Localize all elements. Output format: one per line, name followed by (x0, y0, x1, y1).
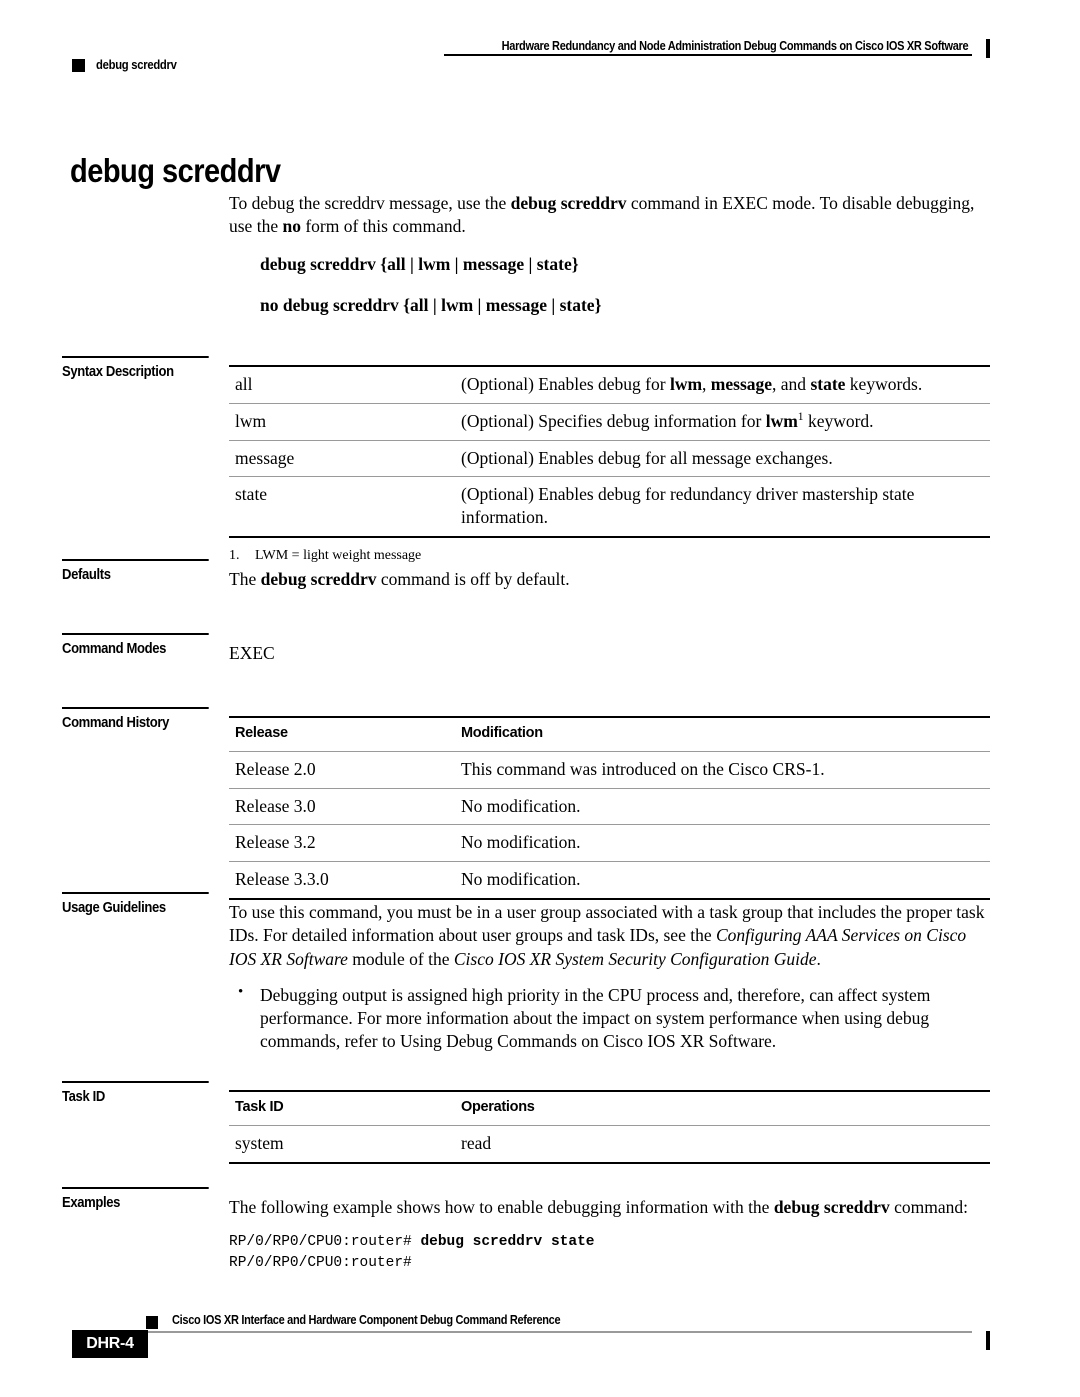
footer-document-title: Cisco IOS XR Interface and Hardware Comp… (172, 1313, 561, 1327)
column-header-release: Release (235, 725, 288, 741)
modification-value: No modification. (461, 869, 581, 890)
modification-value: No modification. (461, 795, 581, 816)
page-number-badge: DHR-4 (72, 1330, 148, 1358)
task-id-body: Task ID Operations system read (229, 1090, 990, 1164)
page-title: debug screddrv (70, 152, 281, 190)
release-value: Release 3.0 (235, 795, 316, 816)
header-rule-row: Hardware Redundancy and Node Administrat… (72, 34, 990, 58)
table-row: state (Optional) Enables debug for redun… (229, 476, 990, 537)
footnote-text: LWM = light weight message (255, 547, 422, 563)
release-value: Release 3.3.0 (235, 869, 329, 890)
column-header-task-id: Task ID (235, 1099, 284, 1115)
syntax-description-body: all (Optional) Enables debug for lwm, me… (229, 365, 990, 565)
syntax-keyword: state (235, 484, 268, 505)
table-row: Release 2.0 This command was introduced … (229, 751, 990, 788)
usage-guidelines-body: To use this command, you must be in a us… (229, 901, 990, 1058)
syntax-keyword-description: (Optional) Enables debug for lwm, messag… (461, 374, 923, 394)
section-label-defaults: Defaults (62, 559, 209, 584)
syntax-keyword: all (235, 374, 253, 394)
table-row: Release 3.2 No modification. (229, 824, 990, 862)
modification-value: No modification. (461, 832, 581, 853)
table-row: Release 3.3.0 No modification. (229, 861, 990, 899)
syntax-keyword: message (235, 447, 295, 468)
syntax-keyword-description: (Optional) Enables debug for all message… (461, 447, 833, 468)
task-id-table-head: Task ID Operations (229, 1091, 990, 1125)
syntax-description-footnote: 1. LWM = light weight message (229, 547, 990, 565)
section-label-usage-guidelines: Usage Guidelines (62, 892, 209, 917)
table-row: all (Optional) Enables debug for lwm, me… (229, 366, 990, 403)
section-label-examples: Examples (62, 1187, 209, 1212)
section-label-syntax-description: Syntax Description (62, 356, 209, 381)
header-edge-marker (986, 39, 990, 58)
release-value: Release 3.2 (235, 832, 316, 853)
operations-value: read (461, 1132, 492, 1153)
page-footer: Cisco IOS XR Interface and Hardware Comp… (62, 1308, 990, 1378)
list-item: Debugging output is assigned high priori… (229, 983, 990, 1054)
syntax-keyword-description: (Optional) Enables debug for redundancy … (461, 484, 915, 527)
command-history-table-body: Release 2.0 This command was introduced … (229, 751, 990, 899)
task-id-value: system (235, 1132, 284, 1153)
section-label-task-id: Task ID (62, 1081, 209, 1106)
square-bullet-icon (72, 58, 85, 72)
modification-value: This command was introduced on the Cisco… (461, 758, 825, 779)
table-row: system read (229, 1125, 990, 1162)
footer-divider (146, 1331, 972, 1333)
footnote-number: 1. (229, 547, 240, 563)
examples-code-block: RP/0/RP0/CPU0:router# debug screddrv sta… (229, 1234, 595, 1272)
examples-body: The following example shows how to enabl… (229, 1196, 990, 1274)
column-header-modification: Modification (461, 725, 543, 741)
footer-edge-marker (986, 1331, 990, 1350)
task-id-table: Task ID Operations system read (229, 1090, 990, 1164)
syntax-keyword: lwm (235, 410, 267, 431)
command-description: To debug the screddrv message, use the d… (229, 193, 975, 237)
table-row: Release 3.0 No modification. (229, 788, 990, 825)
command-modes-body: EXEC (229, 643, 275, 663)
table-row: message (Optional) Enables debug for all… (229, 440, 990, 477)
command-history-table-head: Release Modification (229, 717, 990, 751)
defaults-body: The debug screddrv command is off by def… (229, 569, 570, 589)
table-header-row: Release Modification (229, 717, 990, 751)
section-label-command-history: Command History (62, 707, 209, 732)
release-value: Release 2.0 (235, 758, 316, 779)
examples-intro: The following example shows how to enabl… (229, 1197, 968, 1217)
header-subtitle-group: debug screddrv (72, 58, 186, 72)
command-intro-body: To debug the screddrv message, use the d… (229, 192, 990, 335)
command-syntax: debug screddrv {all | lwm | message | st… (260, 253, 579, 274)
header-command-name: debug screddrv (96, 58, 177, 72)
usage-guidelines-paragraph: To use this command, you must be in a us… (229, 902, 985, 969)
task-id-table-body: system read (229, 1125, 990, 1162)
syntax-keyword-description: (Optional) Specifies debug information f… (461, 410, 874, 431)
column-header-operations: Operations (461, 1099, 535, 1115)
page-header: Hardware Redundancy and Node Administrat… (72, 34, 990, 72)
header-document-title: Hardware Redundancy and Node Administrat… (501, 39, 968, 53)
usage-guidelines-bullet-list: Debugging output is assigned high priori… (229, 983, 990, 1054)
command-syntax-no-form: no debug screddrv {all | lwm | message |… (260, 294, 602, 315)
header-divider (444, 54, 972, 56)
command-history-body: Release Modification Release 2.0 This co… (229, 716, 990, 900)
section-label-command-modes: Command Modes (62, 633, 209, 658)
command-history-table: Release Modification Release 2.0 This co… (229, 716, 990, 900)
square-bullet-icon (146, 1316, 158, 1329)
syntax-description-table-body: all (Optional) Enables debug for lwm, me… (229, 366, 990, 537)
table-header-row: Task ID Operations (229, 1091, 990, 1125)
table-row: lwm (Optional) Specifies debug informati… (229, 403, 990, 440)
syntax-description-table: all (Optional) Enables debug for lwm, me… (229, 365, 990, 538)
